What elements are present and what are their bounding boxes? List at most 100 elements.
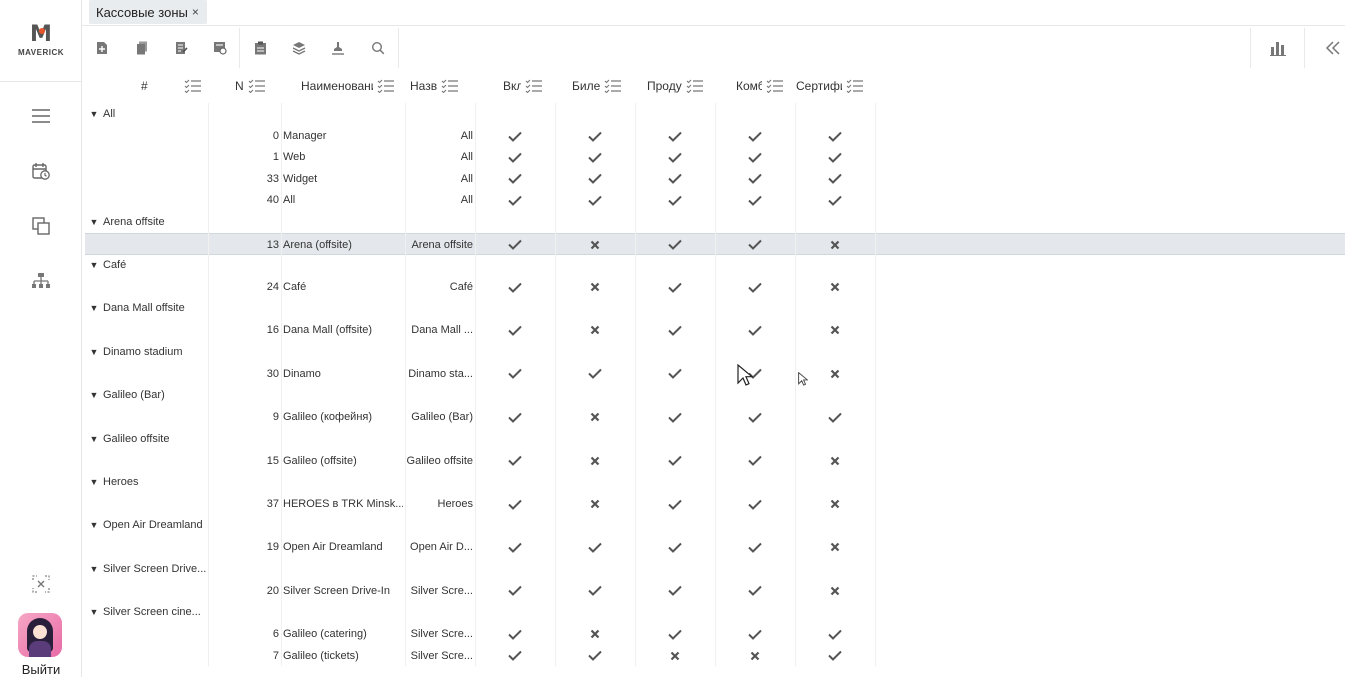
exit-fullscreen-icon[interactable]	[25, 570, 57, 598]
cell-zone: Silver Scre...	[410, 628, 473, 641]
col-header-number[interactable]: N	[235, 70, 269, 102]
expand-arrow-icon[interactable]: ▼	[85, 347, 103, 357]
expand-arrow-icon[interactable]: ▼	[85, 390, 103, 400]
col-header-index-filter[interactable]	[180, 70, 202, 102]
bar-chart-icon[interactable]	[1267, 37, 1289, 59]
cell-zone: Open Air D...	[410, 541, 473, 554]
copy-document-icon[interactable]	[131, 37, 153, 59]
table-row[interactable]: 1 Web All	[85, 146, 875, 168]
group-row[interactable]: ▼ All	[85, 103, 875, 125]
check-icon	[735, 493, 775, 515]
tab-close-icon[interactable]: ×	[192, 5, 199, 19]
settings-document-icon[interactable]	[209, 37, 231, 59]
cross-icon	[815, 493, 855, 515]
tab-cash-zones[interactable]: Кассовые зоны ×	[89, 0, 207, 24]
copy-windows-icon[interactable]	[25, 212, 57, 240]
cross-icon	[815, 580, 855, 602]
col-header-zone[interactable]: Назв	[410, 70, 466, 102]
logout-link[interactable]: Выйти	[0, 662, 82, 677]
filter-list-icon[interactable]	[184, 79, 202, 93]
edit-document-icon[interactable]	[170, 37, 192, 59]
expand-arrow-icon[interactable]: ▼	[85, 434, 103, 444]
filter-list-icon[interactable]	[604, 79, 622, 93]
filter-list-icon[interactable]	[686, 79, 704, 93]
group-row[interactable]: ▼ Dinamo stadium	[85, 341, 875, 363]
filter-list-icon[interactable]	[248, 79, 266, 93]
stamp-icon[interactable]	[327, 37, 349, 59]
table-row[interactable]: 16 Dana Mall (offsite) Dana Mall ...	[85, 319, 875, 341]
check-icon	[735, 319, 775, 341]
expand-arrow-icon[interactable]: ▼	[85, 607, 103, 617]
expand-arrow-icon[interactable]: ▼	[85, 477, 103, 487]
table-row[interactable]: 7 Galileo (tickets) Silver Scre...	[85, 645, 875, 667]
cell-number: 33	[266, 172, 279, 185]
group-label: Silver Screen Drive...	[103, 562, 207, 575]
check-icon	[495, 234, 535, 256]
cell-number: 0	[272, 130, 279, 142]
user-avatar[interactable]	[18, 613, 62, 657]
search-icon[interactable]	[367, 37, 389, 59]
col-header-enabled[interactable]: Вкл	[503, 70, 547, 102]
group-row[interactable]: ▼ Silver Screen Drive...	[85, 558, 875, 580]
hierarchy-icon[interactable]	[25, 267, 57, 295]
expand-arrow-icon[interactable]: ▼	[85, 520, 103, 530]
calendar-clock-icon[interactable]	[25, 157, 57, 185]
col-header-index[interactable]: #	[141, 70, 148, 102]
expand-arrow-icon[interactable]: ▼	[85, 260, 103, 270]
expand-arrow-icon[interactable]: ▼	[85, 217, 103, 227]
cell-name: Dinamo	[283, 367, 321, 380]
maverick-logo[interactable]: M MAVERICK	[0, 0, 82, 82]
filter-list-icon[interactable]	[766, 79, 784, 93]
collapse-panel-icon[interactable]	[1322, 37, 1344, 59]
col-header-products[interactable]: Продукты	[647, 70, 707, 102]
table-row[interactable]: 33 Widget All	[85, 168, 875, 190]
group-label: Silver Screen cine...	[103, 606, 201, 619]
cell-zone: Heroes	[437, 498, 473, 510]
table-row[interactable]: 24 Café Café	[85, 276, 875, 298]
check-icon	[575, 189, 615, 211]
group-row[interactable]: ▼ Silver Screen cine...	[85, 601, 875, 623]
table-row[interactable]: 0 Manager All	[85, 125, 875, 147]
cell-name: Café	[283, 281, 307, 293]
menu-icon[interactable]	[25, 102, 57, 130]
col-header-name[interactable]: Наименование	[301, 70, 397, 102]
cell-zone: All	[460, 130, 473, 142]
table-row[interactable]: 37 HEROES в TRK Minsk... Heroes	[85, 493, 875, 515]
cell-name: Manager	[283, 130, 327, 142]
group-row[interactable]: ▼ Café	[85, 254, 875, 276]
cross-icon	[815, 450, 855, 472]
col-header-certificates[interactable]: Сертификаты	[796, 70, 872, 102]
expand-arrow-icon[interactable]: ▼	[85, 303, 103, 313]
table-row[interactable]: 30 Dinamo Dinamo sta...	[85, 363, 875, 385]
col-header-tickets[interactable]: Билеты	[572, 70, 626, 102]
cell-zone: Café	[449, 281, 473, 293]
table-row[interactable]: 15 Galileo (offsite) Galileo offsite	[85, 450, 875, 472]
filter-list-icon[interactable]	[525, 79, 543, 93]
group-label: All	[103, 108, 116, 120]
table-row[interactable]: 6 Galileo (catering) Silver Scre...	[85, 623, 875, 645]
group-row[interactable]: ▼ Heroes	[85, 471, 875, 493]
expand-arrow-icon[interactable]: ▼	[85, 564, 103, 574]
cross-icon	[815, 276, 855, 298]
check-icon	[655, 168, 695, 190]
add-document-icon[interactable]	[91, 37, 113, 59]
table-row[interactable]: 19 Open Air Dreamland Open Air D...	[85, 536, 875, 558]
cell-number: 24	[266, 281, 279, 293]
table-row[interactable]: 9 Galileo (кофейня) Galileo (Bar)	[85, 406, 875, 428]
table-row[interactable]: 20 Silver Screen Drive-In Silver Scre...	[85, 580, 875, 602]
layers-icon[interactable]	[288, 37, 310, 59]
group-row[interactable]: ▼ Arena offsite	[85, 211, 875, 233]
cell-zone: All	[460, 194, 473, 207]
group-row[interactable]: ▼ Dana Mall offsite	[85, 297, 875, 319]
group-row[interactable]: ▼ Galileo (Bar)	[85, 384, 875, 406]
table-row[interactable]: 40 All All	[85, 189, 875, 211]
clipboard-calendar-icon[interactable]	[249, 37, 271, 59]
group-row[interactable]: ▼ Galileo offsite	[85, 428, 875, 450]
filter-list-icon[interactable]	[441, 79, 459, 93]
col-header-combo[interactable]: Комбо	[736, 70, 786, 102]
filter-list-icon[interactable]	[846, 79, 864, 93]
group-row[interactable]: ▼ Open Air Dreamland	[85, 514, 875, 536]
expand-arrow-icon[interactable]: ▼	[85, 109, 103, 119]
check-icon	[815, 168, 855, 190]
filter-list-icon[interactable]	[377, 79, 395, 93]
